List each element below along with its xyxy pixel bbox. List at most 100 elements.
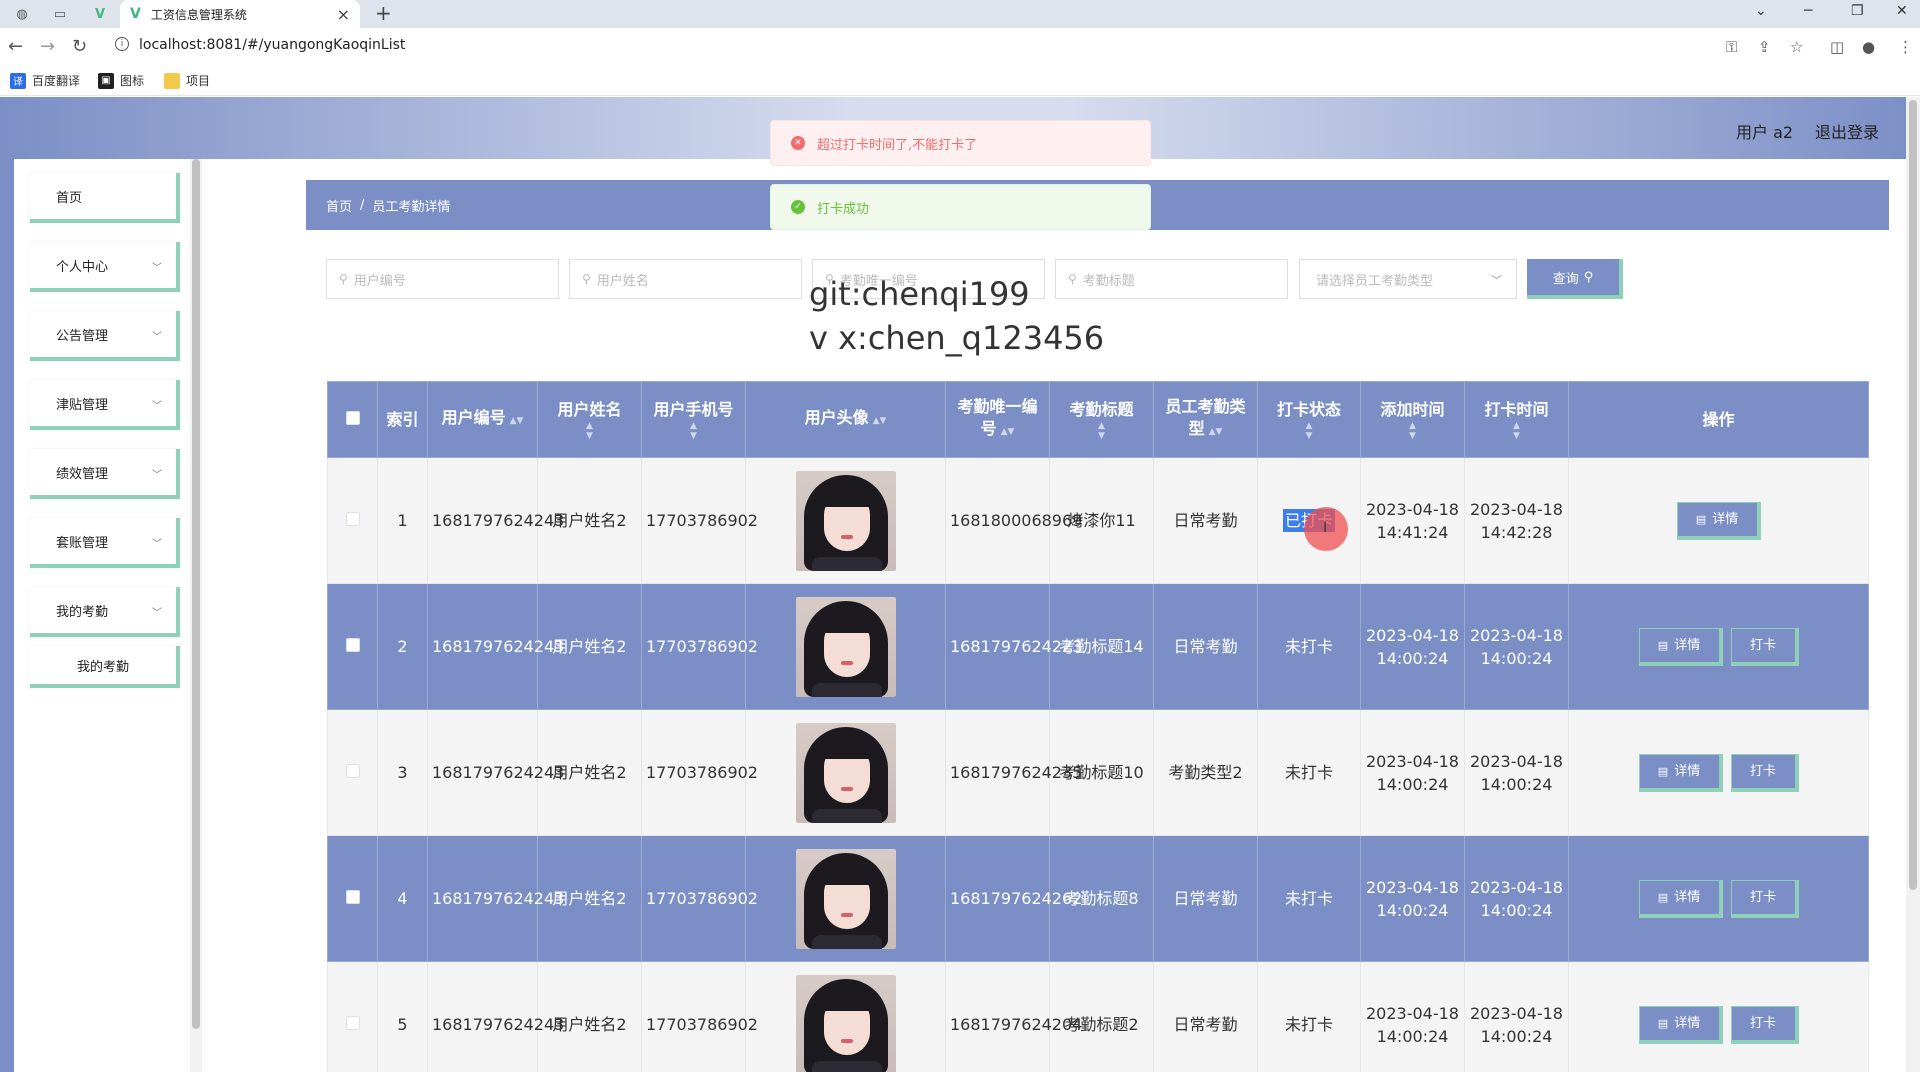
- column-header[interactable]: 考勤唯一编号 ▲▼: [945, 381, 1050, 458]
- sort-icon[interactable]: ▲▼: [510, 416, 524, 426]
- sidebar-item-performance[interactable]: 绩效管理 ﹀: [30, 449, 180, 499]
- attendance-title-search-input[interactable]: ⚲ 考勤标题: [1055, 259, 1288, 299]
- share-icon[interactable]: ⇪: [1758, 38, 1771, 56]
- actions-cell: ▤ 详情 打卡: [1568, 961, 1869, 1072]
- check-icon: ✓: [791, 200, 805, 214]
- index-cell: 4: [377, 835, 428, 962]
- breadcrumb-home[interactable]: 首页: [326, 196, 352, 215]
- sidebar-item-accounts[interactable]: 套账管理 ﹀: [30, 518, 180, 568]
- select-all-checkbox[interactable]: [345, 410, 360, 425]
- table-row[interactable]: 5 1681797624243 用户姓名2 17703786902 168179…: [327, 961, 1869, 1072]
- added-time-cell: 2023-04-18 14:00:24: [1360, 709, 1465, 836]
- row-checkbox[interactable]: [345, 764, 360, 778]
- sort-icon[interactable]: ▲▼: [1054, 421, 1149, 441]
- page-scroll-thumb[interactable]: [1909, 100, 1917, 890]
- url-field[interactable]: localhost:8081/#/yuangongKaoqinList: [139, 37, 405, 53]
- detail-button[interactable]: ▤ 详情: [1638, 879, 1723, 918]
- sidebar-item-attendance[interactable]: 我的考勤 ﹀: [30, 587, 180, 637]
- sidebar-subitem-my-attendance[interactable]: 我的考勤: [30, 646, 180, 688]
- column-header[interactable]: 用户手机号 ▲ ▼: [641, 381, 746, 458]
- menu-icon[interactable]: ⋮: [1898, 38, 1913, 56]
- document-icon: ▤: [1657, 890, 1669, 904]
- column-header[interactable]: 打卡时间 ▲ ▼: [1464, 381, 1569, 458]
- close-icon[interactable]: ×: [337, 5, 350, 24]
- restore-button[interactable]: ❐: [1851, 3, 1864, 19]
- info-icon[interactable]: i: [115, 37, 129, 51]
- globe-icon[interactable]: ◍: [12, 4, 32, 24]
- detail-button[interactable]: ▤ 详情: [1638, 627, 1723, 666]
- bookmark-baidu-translate[interactable]: 译 百度翻译: [10, 72, 80, 89]
- column-header: 操作: [1568, 381, 1869, 458]
- vue-tab-icon[interactable]: V: [90, 4, 110, 24]
- back-icon[interactable]: ←: [8, 36, 23, 57]
- active-tab[interactable]: V 工资信息管理系统 ×: [120, 0, 360, 28]
- column-header[interactable]: 用户姓名 ▲ ▼: [537, 381, 642, 458]
- column-header[interactable]: 用户头像 ▲▼: [745, 381, 946, 458]
- minimize-button[interactable]: ─: [1804, 3, 1812, 19]
- punch-button[interactable]: 打卡: [1730, 753, 1799, 792]
- attendance-type-select[interactable]: 请选择员工考勤类型 ﹀: [1299, 259, 1517, 299]
- table-row[interactable]: 2 1681797624243 用户姓名2 17703786902 168179…: [327, 583, 1869, 710]
- sort-icon[interactable]: ▲▼: [1262, 421, 1356, 441]
- sidebar-scroll-thumb[interactable]: [192, 159, 200, 1029]
- detail-button[interactable]: ▤ 详情: [1638, 1005, 1723, 1044]
- success-toast: ✓ 打卡成功: [770, 184, 1151, 230]
- star-icon[interactable]: ☆: [1790, 38, 1803, 56]
- query-button[interactable]: 查询 ⚲: [1527, 259, 1623, 299]
- key-icon[interactable]: ⚿: [1726, 38, 1737, 56]
- column-header[interactable]: 考勤标题 ▲ ▼: [1049, 381, 1154, 458]
- header-label: 添加时间: [1380, 399, 1445, 419]
- query-label: 查询: [1552, 271, 1579, 287]
- punch-button[interactable]: 打卡: [1730, 1005, 1799, 1044]
- attendance-no-cell: 1681797624223: [945, 583, 1082, 710]
- column-header[interactable]: 用户编号 ▲▼: [427, 381, 538, 458]
- punch-button[interactable]: 打卡: [1730, 627, 1799, 666]
- success-message: 打卡成功: [817, 201, 870, 217]
- detail-button[interactable]: ▤ 详情: [1676, 501, 1761, 540]
- blank-tab-icon[interactable]: ▭: [50, 4, 70, 24]
- sidebar-item-label: 我的考勤: [56, 604, 109, 620]
- table-row[interactable]: 4 1681797624243 用户姓名2 17703786902 168179…: [327, 835, 1869, 962]
- sidebar-item-allowance[interactable]: 津贴管理 ﹀: [30, 380, 180, 430]
- sidebar-item-home[interactable]: 首页: [30, 173, 180, 223]
- row-checkbox[interactable]: [345, 512, 360, 526]
- table-row[interactable]: 3 1681797624243 用户姓名2 17703786902 168179…: [327, 709, 1869, 836]
- row-checkbox[interactable]: [345, 638, 360, 652]
- phone-cell: 17703786902: [641, 583, 758, 710]
- row-checkbox[interactable]: [345, 890, 360, 904]
- bookmark-label: 百度翻译: [32, 74, 81, 88]
- sidepanel-icon[interactable]: ◫: [1830, 38, 1844, 56]
- punch-time-cell: 2023-04-18 14:42:28: [1464, 457, 1569, 584]
- search-icon: ⚲: [582, 272, 591, 286]
- column-header[interactable]: 添加时间 ▲ ▼: [1360, 381, 1465, 458]
- user-no-search-input[interactable]: ⚲ 用户编号: [326, 259, 559, 299]
- sort-icon[interactable]: ▲▼: [1209, 427, 1223, 437]
- table-row[interactable]: 1 1681797624243 用户姓名2 17703786902 168180…: [327, 457, 1869, 584]
- close-window-button[interactable]: ✕: [1896, 3, 1908, 19]
- sort-icon[interactable]: ▲▼: [542, 421, 637, 441]
- user-name-search-input[interactable]: ⚲ 用户姓名: [569, 259, 802, 299]
- forward-icon[interactable]: →: [40, 36, 55, 57]
- sort-icon[interactable]: ▲▼: [1001, 427, 1015, 437]
- phone-cell: 17703786902: [641, 835, 758, 962]
- sort-icon[interactable]: ▲▼: [1365, 421, 1460, 441]
- column-header[interactable]: 员工考勤类型 ▲▼: [1153, 381, 1258, 458]
- bookmark-project[interactable]: 项目: [164, 72, 210, 89]
- sidebar-item-personal[interactable]: 个人中心 ﹀: [30, 242, 180, 292]
- logout-button[interactable]: 退出登录: [1815, 119, 1879, 143]
- sidebar-item-notice[interactable]: 公告管理 ﹀: [30, 311, 180, 361]
- profile-icon[interactable]: ●: [1862, 38, 1875, 56]
- column-header[interactable]: 打卡状态 ▲ ▼: [1257, 381, 1361, 458]
- sort-icon[interactable]: ▲▼: [873, 416, 887, 426]
- bookmark-icons[interactable]: ▣ 图标: [98, 72, 144, 89]
- reload-icon[interactable]: ↻: [72, 36, 87, 57]
- punch-status-cell: 未打卡: [1257, 835, 1361, 962]
- punch-button[interactable]: 打卡: [1730, 879, 1799, 918]
- row-checkbox[interactable]: [345, 1016, 360, 1030]
- chevron-down-icon[interactable]: ⌄: [1755, 3, 1767, 19]
- new-tab-button[interactable]: +: [375, 1, 392, 25]
- sort-icon[interactable]: ▲▼: [1469, 421, 1564, 441]
- sort-icon[interactable]: ▲▼: [646, 421, 741, 441]
- header-label: 用户手机号: [653, 399, 734, 419]
- detail-button[interactable]: ▤ 详情: [1638, 753, 1723, 792]
